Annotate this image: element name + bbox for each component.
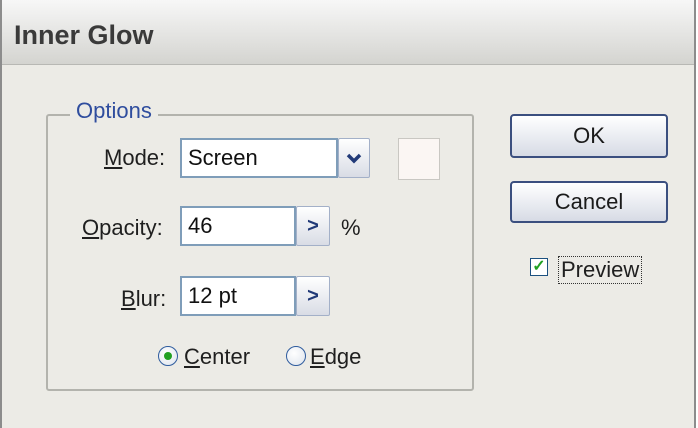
center-label[interactable]: Center [184,344,250,370]
blur-label-accel: B [121,286,136,311]
mode-dropdown-button[interactable] [338,138,370,178]
opacity-input[interactable]: 46 [180,206,296,246]
preview-label[interactable]: Preview [558,256,643,284]
opacity-arrow-icon: > [307,214,319,237]
blur-label-rest: lur: [135,286,167,311]
ok-button[interactable]: OK [510,114,668,158]
blur-label: Blur: [121,286,166,312]
edge-radio[interactable] [286,346,306,366]
inner-glow-dialog: Inner Glow Options Mode: Screen Opacity:… [0,0,696,428]
glow-color-swatch[interactable] [398,138,440,180]
center-radio[interactable] [158,346,178,366]
mode-select[interactable]: Screen [180,138,338,178]
chevron-down-icon [346,153,362,164]
blur-slider-button[interactable]: > [296,276,330,316]
edge-label-accel: E [310,344,325,369]
preview-checkbox[interactable]: ✓ [530,258,548,276]
edge-label[interactable]: Edge [310,344,361,370]
title-bar[interactable]: Inner Glow [2,0,694,65]
dialog-title: Inner Glow [14,20,154,50]
opacity-label-rest: pacity: [99,215,163,240]
checkmark-icon: ✓ [532,258,546,275]
mode-label-accel: M [104,145,123,170]
mode-label-rest: ode: [122,145,166,170]
center-label-accel: C [184,344,200,369]
options-legend: Options [70,98,158,124]
blur-arrow-icon: > [307,284,319,307]
opacity-slider-button[interactable]: > [296,206,330,246]
opacity-label: Opacity: [82,215,163,241]
mode-label: Mode: [104,145,165,171]
cancel-button[interactable]: Cancel [510,181,668,223]
opacity-unit: % [341,215,361,240]
edge-label-rest: dge [324,344,362,369]
blur-input[interactable]: 12 pt [180,276,296,316]
center-label-rest: enter [199,344,251,369]
opacity-label-accel: O [82,215,100,240]
radio-selected-dot [164,352,172,360]
